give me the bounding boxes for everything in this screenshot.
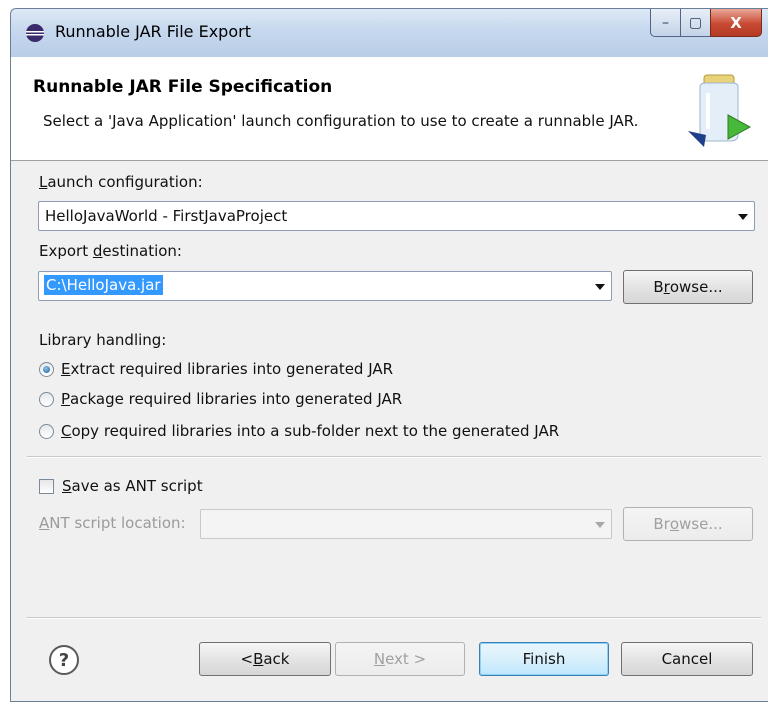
minimize-icon: –	[662, 14, 669, 31]
jar-wizard-icon	[688, 74, 752, 147]
radio-extract-libraries[interactable]: Extract required libraries into generate…	[39, 360, 393, 378]
radio-button[interactable]	[39, 361, 54, 377]
maximize-icon: ▢	[688, 14, 703, 31]
save-ant-script-checkbox[interactable]: Save as ANT script	[39, 477, 203, 495]
next-button[interactable]: Next >	[335, 642, 465, 676]
checkbox[interactable]	[39, 478, 54, 494]
eclipse-app-icon	[26, 24, 44, 42]
ant-location-label: ANT script location:	[39, 514, 186, 532]
help-icon[interactable]: ?	[49, 645, 79, 675]
minimize-button[interactable]: –	[650, 9, 680, 37]
browse-destination-button[interactable]: Br owse...	[623, 270, 753, 304]
dropdown-arrow-icon[interactable]	[595, 284, 605, 290]
close-button[interactable]: X	[710, 9, 762, 37]
title-bar[interactable]: Runnable JAR File Export – ▢ X	[11, 9, 768, 57]
finish-button[interactable]: Finish	[479, 642, 609, 676]
separator	[27, 456, 761, 458]
window-title: Runnable JAR File Export	[55, 22, 251, 41]
close-icon: X	[730, 13, 742, 32]
radio-package-libraries[interactable]: Package required libraries into generate…	[39, 390, 402, 408]
export-destination-label: Export destination:	[39, 242, 182, 260]
page-description: Select a 'Java Application' launch confi…	[43, 112, 639, 130]
radio-button[interactable]	[39, 423, 54, 439]
dropdown-arrow-icon[interactable]	[595, 522, 605, 528]
radio-button[interactable]	[39, 391, 54, 407]
back-button[interactable]: < Back	[199, 642, 331, 676]
dialog-window: Runnable JAR File Export – ▢ X Runnable …	[10, 8, 768, 702]
launch-config-label: Launch configuration:	[39, 173, 203, 191]
launch-config-value: HelloJavaWorld - FirstJavaProject	[45, 207, 288, 225]
wizard-header: Runnable JAR File Specification Select a…	[11, 57, 768, 161]
ant-location-input[interactable]	[200, 509, 612, 539]
maximize-button[interactable]: ▢	[680, 9, 710, 37]
page-title: Runnable JAR File Specification	[33, 77, 333, 97]
radio-copy-libraries[interactable]: Copy required libraries into a sub-folde…	[39, 422, 559, 440]
separator	[27, 617, 761, 619]
window-controls: – ▢ X	[650, 9, 762, 39]
export-destination-input[interactable]: C:\HelloJava.jar	[38, 271, 612, 301]
browse-ant-button[interactable]: Br o wse...	[623, 507, 753, 541]
dropdown-arrow-icon[interactable]	[738, 214, 748, 220]
launch-config-select[interactable]: HelloJavaWorld - FirstJavaProject	[38, 201, 755, 231]
cancel-button[interactable]: Cancel	[621, 642, 753, 676]
export-destination-value: C:\HelloJava.jar	[44, 275, 163, 295]
library-handling-label: Library handling:	[39, 331, 167, 349]
